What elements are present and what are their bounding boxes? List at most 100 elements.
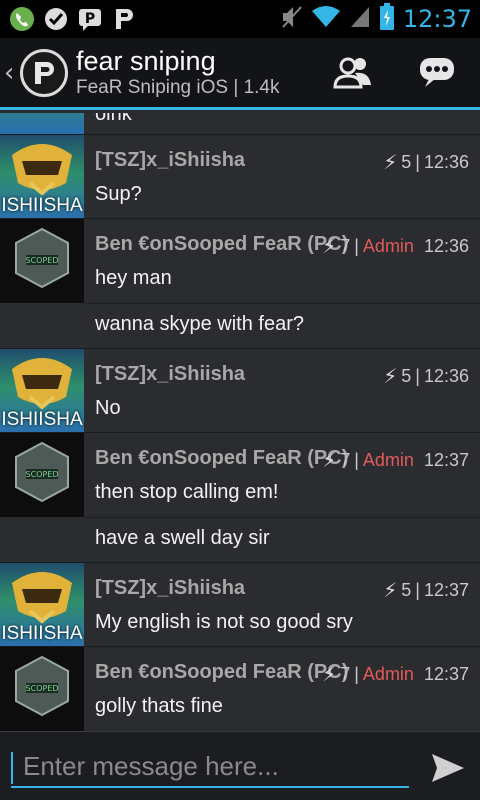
message-row: ISHIISHA [TSZ]x_iShiisha ⚡ 5 | 12:36 Sup… [0,134,480,219]
avatar[interactable]: ISHIISHA [0,563,84,647]
svg-text:P: P [85,11,95,27]
role-badge: Admin [362,450,414,470]
action-bar: ‹ fear sniping FeaR Sniping iOS | 1.4k [0,38,480,110]
sender-name[interactable]: Ben €onSooped FeaR (PC) [95,233,348,256]
message-list[interactable]: oink ISHIISHA [TSZ]x_iShiisha ⚡ 5 | 12:3… [0,113,480,731]
avatar[interactable] [0,113,84,134]
wifi-icon [311,5,341,34]
message-text: My english is not so good sry [95,611,353,633]
message-time: 12:36 [423,152,469,172]
divider [84,517,480,518]
lightning-icon: ⚡ [383,580,398,602]
meta-separator: | [415,580,420,600]
avatar[interactable]: ISHIISHA [0,135,84,219]
divider [84,303,480,304]
lightning-icon: ⚡ [383,152,398,174]
composer: Enter message here... [0,731,480,800]
meta-separator: | [415,152,420,172]
message-partial: oink [0,113,480,134]
send-button[interactable] [430,752,466,784]
message-row: SCOPED Ben €onSooped FeaR (PC) ⚡ 7 | Adm… [0,218,480,349]
status-bar: P 12:37 [0,0,480,38]
message-meta: ⚡ 5 | 12:37 [383,578,469,603]
lightning-icon: ⚡ [322,450,337,472]
page-subtitle: FeaR Sniping iOS | 1.4k [76,76,280,98]
message-time: 12:36 [423,366,469,386]
send-icon [432,754,464,782]
message-text: wanna skype with fear? [95,313,305,335]
meta-separator: | [415,366,420,386]
user-level: 5 [401,152,412,172]
svg-text:SCOPED: SCOPED [26,470,59,479]
user-level: 7 [340,236,351,256]
svg-text:SCOPED: SCOPED [26,256,59,265]
sender-name[interactable]: Ben €onSooped FeaR (PC) [95,661,348,684]
avatar-label: ISHIISHA [1,623,83,644]
avatar-label: ISHIISHA [1,409,83,430]
emblem-icon: SCOPED [15,655,69,717]
message-meta: ⚡ 5 | 12:36 [383,364,469,389]
chat-titles[interactable]: fear sniping FeaR Sniping iOS | 1.4k [76,46,279,100]
sender-name[interactable]: [TSZ]x_iShiisha [95,577,245,600]
sender-name[interactable]: [TSZ]x_iShiisha [95,363,245,386]
chat-bubble-p-icon: P [76,5,104,33]
p-icon [110,5,138,33]
user-level: 7 [340,450,351,470]
lightning-icon: ⚡ [322,236,337,258]
message-row: SCOPED Ben €onSooped FeaR (PC) ⚡ 7 | Adm… [0,646,480,731]
battery-icon [379,2,395,36]
user-level: 5 [401,366,412,386]
avatar[interactable]: SCOPED [0,433,84,517]
message-time: 12:37 [423,450,469,470]
message-time: 12:36 [423,236,469,256]
clock: 12:37 [402,5,472,33]
meta-separator: | [354,664,359,684]
user-level: 7 [340,664,351,684]
mute-icon [281,5,303,34]
chat-options-button[interactable] [414,52,460,92]
message-row: ISHIISHA [TSZ]x_iShiisha ⚡ 5 | 12:36 No [0,348,480,433]
message-text: hey man [95,267,172,289]
chat-bubble-icon [420,58,454,87]
lightning-icon: ⚡ [322,664,337,686]
message-text: then stop calling em! [95,481,279,503]
avatar[interactable]: ISHIISHA [0,349,84,433]
message-row: ISHIISHA [TSZ]x_iShiisha ⚡ 5 | 12:37 My … [0,562,480,647]
text-cursor [11,752,13,784]
message-meta: ⚡ 7 | Admin 12:37 [322,448,469,473]
sender-name[interactable]: Ben €onSooped FeaR (PC) [95,447,348,470]
message-text: oink [95,113,132,125]
people-icon [333,57,371,89]
message-input[interactable]: Enter message here... [11,748,409,788]
role-badge: Admin [362,664,414,684]
emblem-icon: SCOPED [15,441,69,503]
emblem-icon: SCOPED [15,227,69,289]
signal-icon [349,5,371,34]
message-meta: ⚡ 7 | Admin 12:37 [322,662,469,687]
back-chevron-icon[interactable]: ‹ [4,58,18,88]
avatar-label: ISHIISHA [1,195,83,216]
message-text: Sup? [95,183,142,205]
meta-separator: | [354,236,359,256]
avatar[interactable]: SCOPED [0,219,84,303]
lightning-icon: ⚡ [383,366,398,388]
message-input-placeholder: Enter message here... [23,751,279,781]
message-text: No [95,397,121,419]
message-time: 12:37 [423,580,469,600]
check-icon [42,5,70,33]
sender-name[interactable]: [TSZ]x_iShiisha [95,149,245,172]
message-time: 12:37 [423,664,469,684]
svg-text:SCOPED: SCOPED [26,684,59,693]
meta-separator: | [354,450,359,470]
message-text: golly thats fine [95,695,223,717]
phone-icon [8,5,36,33]
page-title: fear sniping [76,45,216,76]
members-button[interactable] [330,52,376,92]
user-level: 5 [401,580,412,600]
message-row: SCOPED Ben €onSooped FeaR (PC) ⚡ 7 | Adm… [0,432,480,563]
app-logo[interactable] [20,48,68,97]
role-badge: Admin [362,236,414,256]
message-text: have a swell day sir [95,527,270,549]
message-meta: ⚡ 5 | 12:36 [383,150,469,175]
avatar[interactable]: SCOPED [0,647,84,731]
